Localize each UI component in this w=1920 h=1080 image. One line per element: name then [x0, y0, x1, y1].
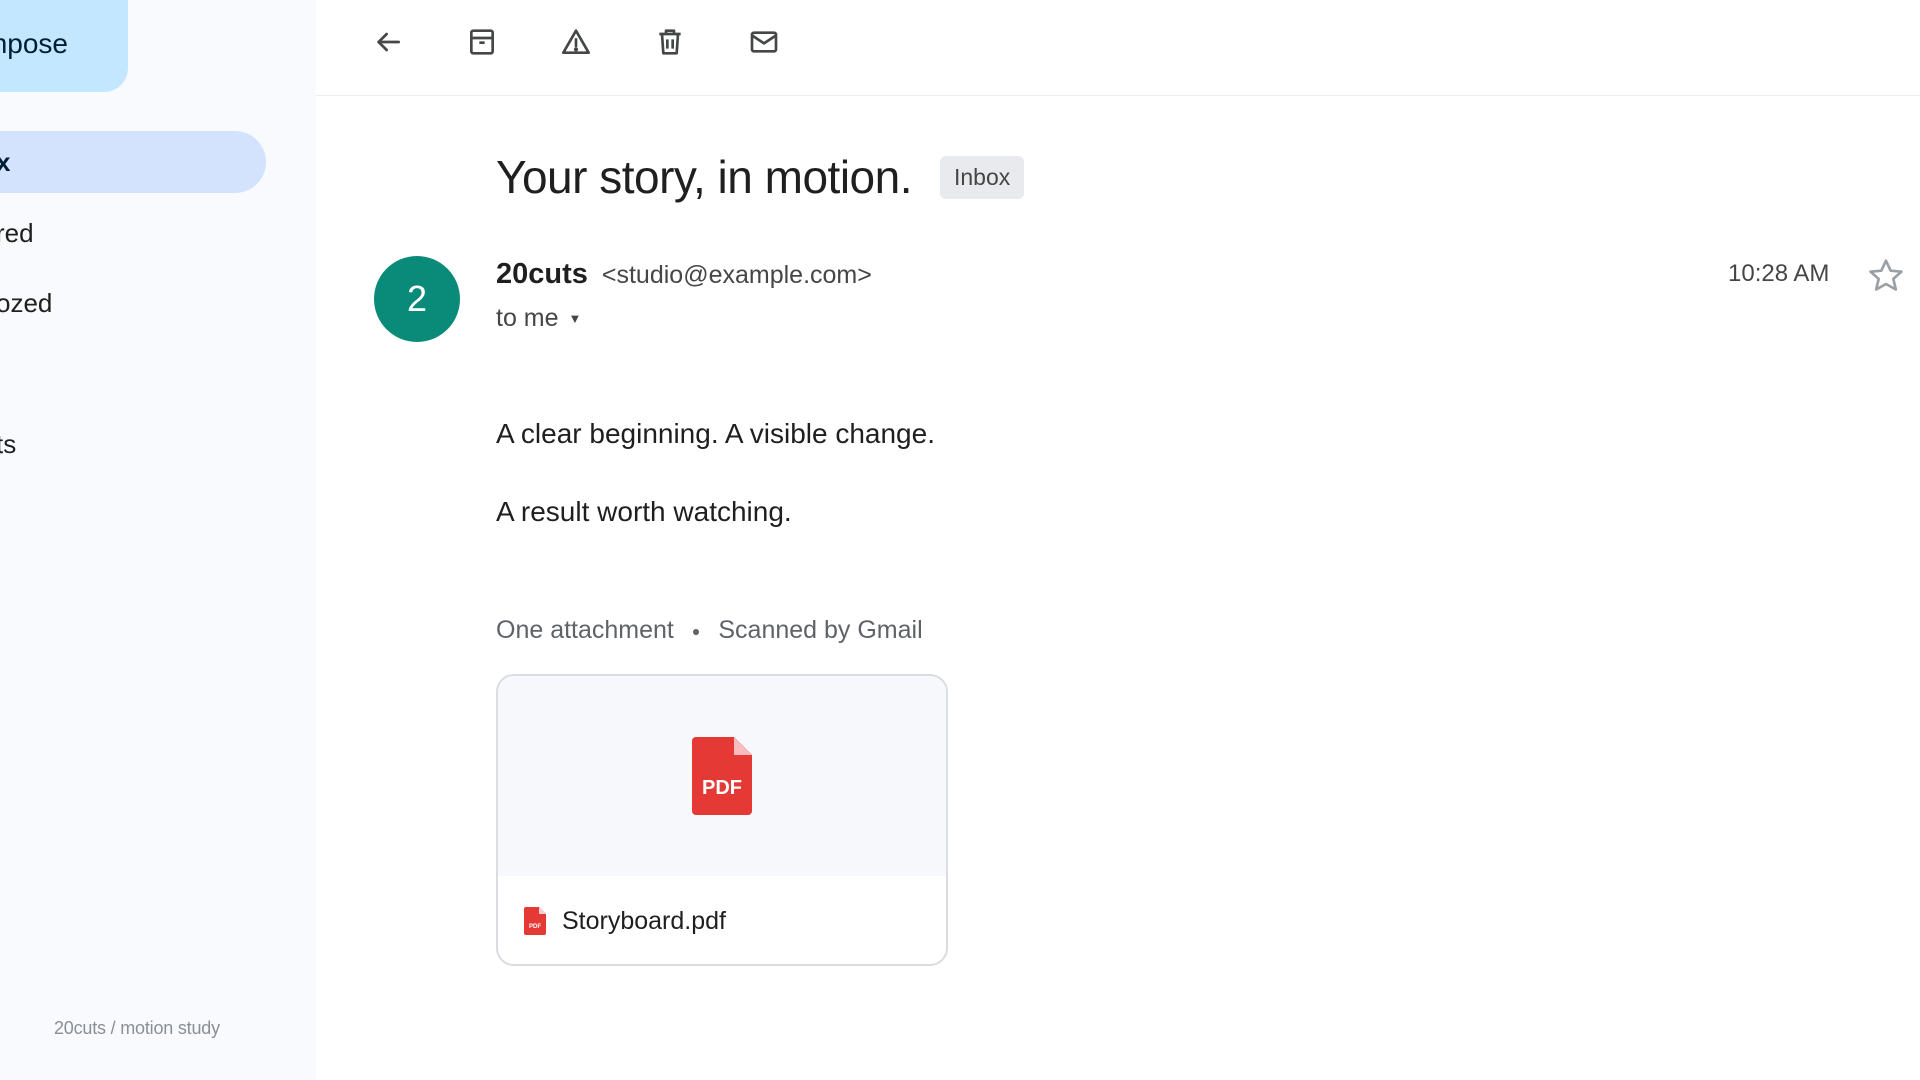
mark-unread-icon [750, 31, 778, 53]
recipient-details-toggle[interactable]: to me ▼ [496, 304, 581, 333]
message-toolbar [316, 0, 1920, 96]
sidebar: mpose x red ozed ts 20cuts / motion stud… [0, 0, 316, 1080]
message-time: 10:28 AM [1728, 260, 1830, 287]
star-button[interactable] [1866, 256, 1906, 296]
sidebar-item-starred[interactable]: red [0, 202, 34, 264]
sender-email: <studio@example.com> [601, 261, 872, 289]
sender-name[interactable]: 20cuts [496, 258, 588, 291]
subject-row: Your story, in motion. Inbox [496, 150, 1025, 204]
attachment-preview: PDF [498, 676, 946, 876]
mail-app: mpose x red ozed ts 20cuts / motion stud… [0, 0, 1920, 1080]
compose-button[interactable]: mpose [0, 0, 128, 92]
compose-label: mpose [0, 28, 68, 59]
sidebar-item-label: ts [0, 428, 17, 459]
report-spam-button[interactable] [554, 20, 598, 64]
attachment-card[interactable]: PDF PDF Storyboard.pdf [496, 674, 948, 966]
sidebar-item-label: red [0, 217, 34, 248]
sidebar-item-snoozed[interactable]: ozed [0, 272, 52, 334]
inbox-label-chip[interactable]: Inbox [939, 155, 1025, 199]
mark-unread-button[interactable] [742, 20, 786, 64]
caret-down-icon: ▼ [568, 311, 582, 326]
archive-icon [470, 29, 494, 55]
sidebar-item-inbox[interactable]: x [0, 131, 266, 193]
message-body-line: A clear beginning. A visible change. [496, 418, 935, 449]
sidebar-footer-text: 20cuts / motion study [54, 1018, 220, 1038]
attachment-meta: One attachment ● Scanned by Gmail [496, 616, 923, 645]
archive-button[interactable] [460, 20, 504, 64]
star-icon [1869, 259, 1903, 291]
pdf-label: PDF [702, 777, 742, 799]
delete-icon [659, 29, 681, 55]
pdf-small-icon: PDF [524, 907, 546, 935]
attachment-count: One attachment [496, 616, 674, 644]
back-arrow-icon [377, 32, 400, 52]
avatar[interactable]: 2 [374, 256, 460, 342]
pdf-small-label: PDF [529, 924, 541, 930]
sidebar-item-label: x [0, 146, 11, 177]
recipient-label: to me [496, 304, 559, 332]
separator-dot: ● [691, 622, 701, 639]
message-body-line: A result worth watching. [496, 496, 792, 527]
back-button[interactable] [366, 20, 410, 64]
sender-line: 20cuts <studio@example.com> [496, 258, 872, 291]
avatar-initial: 2 [406, 278, 428, 319]
sidebar-item-label: ozed [0, 287, 53, 318]
sidebar-item-drafts[interactable]: ts [0, 413, 16, 475]
scan-status: Scanned by Gmail [718, 616, 923, 644]
delete-button[interactable] [648, 20, 692, 64]
message-subject: Your story, in motion. [496, 151, 912, 203]
attachment-footer: PDF Storyboard.pdf [498, 876, 946, 964]
pdf-file-icon: PDF [692, 737, 752, 815]
report-spam-icon [562, 29, 590, 54]
attachment-filename: Storyboard.pdf [562, 906, 726, 935]
